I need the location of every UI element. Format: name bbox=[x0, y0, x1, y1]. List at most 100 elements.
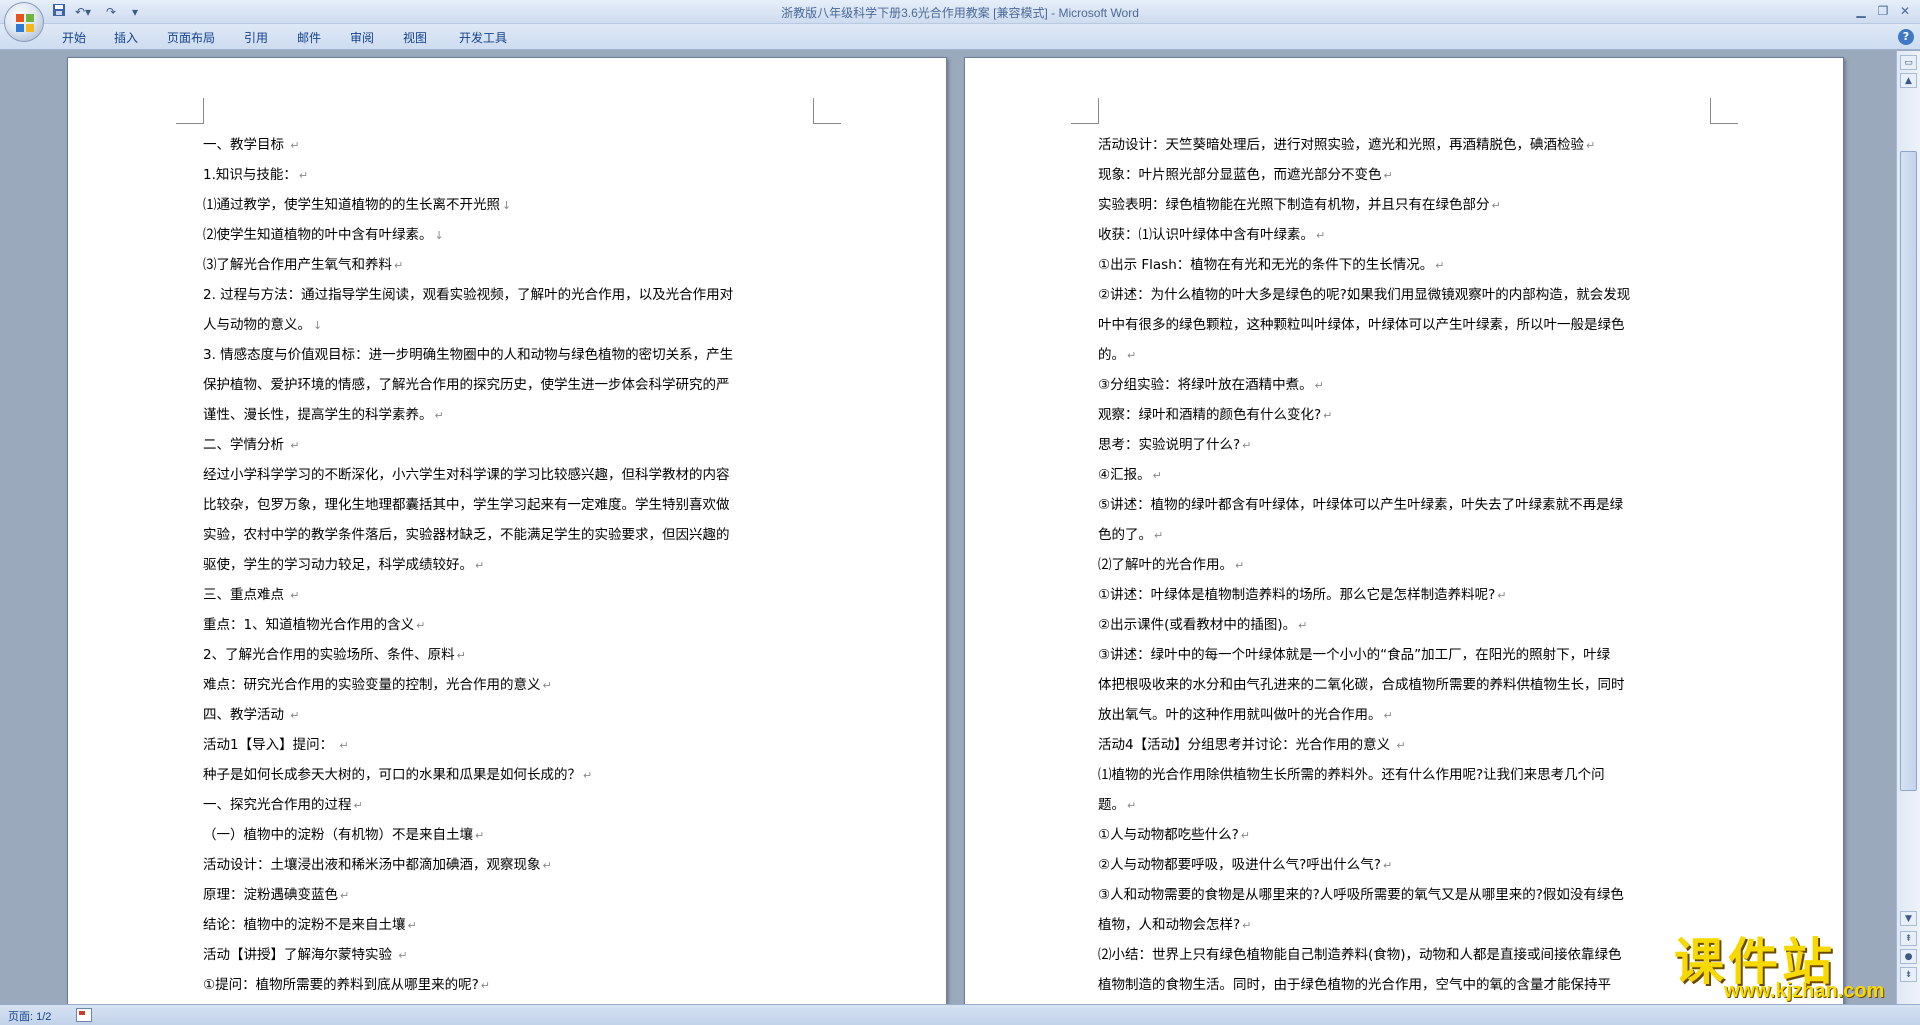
paragraph-line[interactable]: 经过小学科学学习的不断深化，小六学生对科学课的学习比较感兴趣，但科学教材的内容 bbox=[203, 460, 808, 490]
paragraph-line[interactable]: ③人和动物需要的食物是从哪里来的?人呼吸所需要的氧气又是从哪里来的?假如没有绿色 bbox=[1098, 880, 1703, 910]
paragraph-line[interactable]: ⑴植物的光合作用除供植物生长所需的养料外。还有什么作用呢?让我们来思考几个问 bbox=[1098, 760, 1703, 790]
page-2-text[interactable]: 活动设计：天竺葵暗处理后，进行对照实验，遮光和光照，再酒精脱色，碘酒检验 ↵ 现象：… bbox=[1098, 130, 1703, 1000]
paragraph-line[interactable]: 活动4【活动】分组思考并讨论：光合作用的意义 ↵ bbox=[1098, 730, 1703, 760]
paragraph-line[interactable]: ④汇报。 ↵ bbox=[1098, 460, 1703, 490]
paragraph-line[interactable]: ①出示 Flash：植物在有光和无光的条件下的生长情况。 ↵ bbox=[1098, 250, 1703, 280]
paragraph-mark-icon: ↵ bbox=[1242, 919, 1252, 932]
paragraph-line[interactable]: ⑵使学生知道植物的叶中含有叶绿素。 ↓ bbox=[203, 220, 808, 250]
page-1-text[interactable]: 一、教学目标 ↵ 1.知识与技能： ↵ ⑴通过教学，使学生知道植物的的生长离不开光照 ↓… bbox=[203, 130, 808, 1000]
scrollbar-thumb[interactable] bbox=[1900, 151, 1917, 791]
paragraph-line[interactable]: ⑴通过教学，使学生知道植物的的生长离不开光照 ↓ bbox=[203, 190, 808, 220]
paragraph-line[interactable]: 观察：绿叶和酒精的颜色有什么变化? ↵ bbox=[1098, 400, 1703, 430]
line-text: 经过小学科学学习的不断深化，小六学生对科学课的学习比较感兴趣，但科学教材的内容 bbox=[203, 467, 730, 483]
paragraph-line[interactable]: 重点：1、知道植物光合作用的含义 ↵ bbox=[203, 610, 808, 640]
line-text: 放出氧气。叶的这种作用就叫做叶的光合作用。 bbox=[1098, 707, 1382, 723]
paragraph-line[interactable]: 三、重点难点 ↵ bbox=[203, 580, 808, 610]
minimize-icon[interactable]: ▁ bbox=[1850, 2, 1872, 20]
paragraph-line[interactable]: 四、教学活动 ↵ bbox=[203, 700, 808, 730]
tab-view[interactable]: 视图 bbox=[398, 28, 432, 48]
line-text: 比较杂，包罗万象，理化生地理都囊括其中，学生学习起来有一定难度。学生特别喜欢做 bbox=[203, 497, 730, 513]
line-text: ②讲述：为什么植物的叶大多是绿色的呢?如果我们用显微镜观察叶的内部构造，就会发现 bbox=[1098, 287, 1631, 303]
paragraph-line[interactable]: 2. 过程与方法：通过指导学生阅读，观看实验视频，了解叶的光合作用，以及光合作用… bbox=[203, 280, 808, 310]
paragraph-line[interactable]: 收获：⑴认识叶绿体中含有叶绿素。 ↵ bbox=[1098, 220, 1703, 250]
paragraph-mark-icon: ↵ bbox=[1586, 139, 1596, 152]
paragraph-line[interactable]: 二、学情分析 ↵ bbox=[203, 430, 808, 460]
paragraph-line[interactable]: 比较杂，包罗万象，理化生地理都囊括其中，学生学习起来有一定难度。学生特别喜欢做 bbox=[203, 490, 808, 520]
paragraph-line[interactable]: ①人与动物都吃些什么? ↵ bbox=[1098, 820, 1703, 850]
paragraph-line[interactable]: 一、探究光合作用的过程 ↵ bbox=[203, 790, 808, 820]
paragraph-line[interactable]: 原理：淀粉遇碘变蓝色 ↵ bbox=[203, 880, 808, 910]
paragraph-line[interactable]: 一、教学目标 ↵ bbox=[203, 130, 808, 160]
paragraph-line[interactable]: ②出示课件(或看教材中的插图)。 ↵ bbox=[1098, 610, 1703, 640]
paragraph-line[interactable]: 人与动物的意义。 ↓ bbox=[203, 310, 808, 340]
paragraph-line[interactable]: ②人与动物都要呼吸，吸进什么气?呼出什么气? ↵ bbox=[1098, 850, 1703, 880]
office-button[interactable] bbox=[4, 2, 44, 42]
paragraph-line[interactable]: 实验表明：绿色植物能在光照下制造有机物，并且只有在绿色部分 ↵ bbox=[1098, 190, 1703, 220]
paragraph-line[interactable]: ⑵了解叶的光合作用。 ↵ bbox=[1098, 550, 1703, 580]
paragraph-line[interactable]: 保护植物、爱护环境的情感，了解光合作用的探究历史，使学生进一步体会科学研究的严 bbox=[203, 370, 808, 400]
paragraph-line[interactable]: 叶中有很多的绿色颗粒，这种颗粒叫叶绿体，叶绿体可以产生叶绿素，所以叶一般是绿色 bbox=[1098, 310, 1703, 340]
paragraph-line[interactable]: 活动【讲授】了解海尔蒙特实验 ↵ bbox=[203, 940, 808, 970]
paragraph-line[interactable]: （一）植物中的淀粉（有机物）不是来自土壤 ↵ bbox=[203, 820, 808, 850]
ruler-toggle-icon[interactable]: ▭ bbox=[1900, 55, 1917, 70]
paragraph-line[interactable]: ①讲述：叶绿体是植物制造养料的场所。那么它是怎样制造养料呢? ↵ bbox=[1098, 580, 1703, 610]
line-text: ②人与动物都要呼吸，吸进什么气?呼出什么气? bbox=[1098, 857, 1381, 873]
line-text: （一）植物中的淀粉（有机物）不是来自土壤 bbox=[203, 827, 473, 843]
paragraph-line[interactable]: 1.知识与技能： ↵ bbox=[203, 160, 808, 190]
paragraph-line[interactable]: 思考：实验说明了什么? ↵ bbox=[1098, 430, 1703, 460]
line-text: ①讲述：叶绿体是植物制造养料的场所。那么它是怎样制造养料呢? bbox=[1098, 587, 1496, 603]
paragraph-line[interactable]: 体把根吸收来的水分和由气孔进来的二氧化碳，合成植物所需要的养料供植物生长，同时 bbox=[1098, 670, 1703, 700]
paragraph-line[interactable]: 的。 ↵ bbox=[1098, 340, 1703, 370]
paragraph-line[interactable]: 植物制造的食物生活。同时，由于绿色植物的光合作用，空气中的氧的含量才能保持平 bbox=[1098, 970, 1703, 1000]
paragraph-mark-icon: ↵ bbox=[480, 979, 490, 992]
paragraph-line[interactable]: 2、了解光合作用的实验场所、条件、原料 ↵ bbox=[203, 640, 808, 670]
tab-developer[interactable]: 开发工具 bbox=[452, 28, 514, 48]
line-text: 四、教学活动 bbox=[203, 707, 289, 723]
paragraph-line[interactable]: 谨性、漫长性，提高学生的科学素养。 ↵ bbox=[203, 400, 808, 430]
help-icon[interactable]: ? bbox=[1898, 29, 1914, 45]
paragraph-line[interactable]: ⑤讲述：植物的绿叶都含有叶绿体，叶绿体可以产生叶绿素，叶失去了叶绿素就不再是绿 bbox=[1098, 490, 1703, 520]
paragraph-line[interactable]: 结论：植物中的淀粉不是来自土壤 ↵ bbox=[203, 910, 808, 940]
line-text: 实验表明：绿色植物能在光照下制造有机物，并且只有在绿色部分 bbox=[1098, 197, 1490, 213]
paragraph-line[interactable]: 难点：研究光合作用的实验变量的控制，光合作用的意义 ↵ bbox=[203, 670, 808, 700]
scroll-up-icon[interactable]: ▲ bbox=[1900, 73, 1917, 88]
paragraph-line[interactable]: ⑵小结：世界上只有绿色植物能自己制造养料(食物)，动物和人都是直接或间接依靠绿色 bbox=[1098, 940, 1703, 970]
paragraph-mark-icon: ↵ bbox=[1435, 259, 1445, 272]
proofing-status-icon[interactable] bbox=[76, 1008, 92, 1022]
paragraph-line[interactable]: ③分组实验：将绿叶放在酒精中煮。 ↵ bbox=[1098, 370, 1703, 400]
tab-references[interactable]: 引用 bbox=[240, 28, 272, 48]
document-page-1[interactable]: 一、教学目标 ↵ 1.知识与技能： ↵ ⑴通过教学，使学生知道植物的的生长离不开光照 ↓… bbox=[67, 57, 947, 1004]
line-text: 思考：实验说明了什么? bbox=[1098, 437, 1241, 453]
tab-page-layout[interactable]: 页面布局 bbox=[160, 28, 222, 48]
vertical-scrollbar[interactable]: ▭ ▲ ▼ ⇞ ● ⇟ bbox=[1896, 51, 1920, 1004]
line-text: 重点：1、知道植物光合作用的含义 bbox=[203, 617, 415, 633]
title-bar: ↶▾ ↷ ▾ 浙教版八年级科学下册3.6光合作用教案 [兼容模式] - Micr… bbox=[0, 0, 1920, 24]
paragraph-line[interactable]: 放出氧气。叶的这种作用就叫做叶的光合作用。 ↵ bbox=[1098, 700, 1703, 730]
paragraph-line[interactable]: 3. 情感态度与价值观目标：进一步明确生物圈中的人和动物与绿色植物的密切关系，产… bbox=[203, 340, 808, 370]
restore-icon[interactable]: ❐ bbox=[1872, 2, 1894, 20]
paragraph-mark-icon: ↵ bbox=[1298, 619, 1308, 632]
tab-home[interactable]: 开始 bbox=[56, 28, 92, 48]
paragraph-mark-icon: ↵ bbox=[1383, 169, 1393, 182]
paragraph-line[interactable]: 植物，人和动物会怎样? ↵ bbox=[1098, 910, 1703, 940]
paragraph-line[interactable]: 活动设计：天竺葵暗处理后，进行对照实验，遮光和光照，再酒精脱色，碘酒检验 ↵ bbox=[1098, 130, 1703, 160]
page-count-status[interactable]: 页面: 1/2 bbox=[8, 1008, 51, 1024]
paragraph-line[interactable]: 驱使，学生的学习动力较足，科学成绩较好。 ↵ bbox=[203, 550, 808, 580]
paragraph-line[interactable]: 活动设计：土壤浸出液和稀米汤中都滴加碘酒，观察现象 ↵ bbox=[203, 850, 808, 880]
paragraph-line[interactable]: 活动1【导入】提问： ↵ bbox=[203, 730, 808, 760]
paragraph-line[interactable]: 种子是如何长成参天大树的，可口的水果和瓜果是如何长成的？ ↵ bbox=[203, 760, 808, 790]
paragraph-line[interactable]: 现象：叶片照光部分显蓝色，而遮光部分不变色 ↵ bbox=[1098, 160, 1703, 190]
document-area[interactable]: 一、教学目标 ↵ 1.知识与技能： ↵ ⑴通过教学，使学生知道植物的的生长离不开光照 ↓… bbox=[0, 51, 1896, 1004]
paragraph-line[interactable]: ③讲述：绿叶中的每一个叶绿体就是一个小小的“食品”加工厂，在阳光的照射下，叶绿 bbox=[1098, 640, 1703, 670]
tab-insert[interactable]: 插入 bbox=[110, 28, 142, 48]
paragraph-line[interactable]: ②讲述：为什么植物的叶大多是绿色的呢?如果我们用显微镜观察叶的内部构造，就会发现 bbox=[1098, 280, 1703, 310]
paragraph-line[interactable]: 实验，农村中学的教学条件落后，实验器材缺乏，不能满足学生的实验要求，但因兴趣的 bbox=[203, 520, 808, 550]
paragraph-line[interactable]: 题。 ↵ bbox=[1098, 790, 1703, 820]
tab-review[interactable]: 审阅 bbox=[346, 28, 378, 48]
paragraph-line[interactable]: ⑶了解光合作用产生氧气和养料 ↵ bbox=[203, 250, 808, 280]
paragraph-line[interactable]: 色的了。 ↵ bbox=[1098, 520, 1703, 550]
paragraph-line[interactable]: ①提问：植物所需要的养料到底从哪里来的呢? ↵ bbox=[203, 970, 808, 1000]
close-icon[interactable]: ✕ bbox=[1894, 2, 1916, 20]
tab-mailings[interactable]: 邮件 bbox=[292, 28, 326, 48]
document-page-2[interactable]: 活动设计：天竺葵暗处理后，进行对照实验，遮光和光照，再酒精脱色，碘酒检验 ↵ 现象：… bbox=[964, 57, 1844, 1004]
